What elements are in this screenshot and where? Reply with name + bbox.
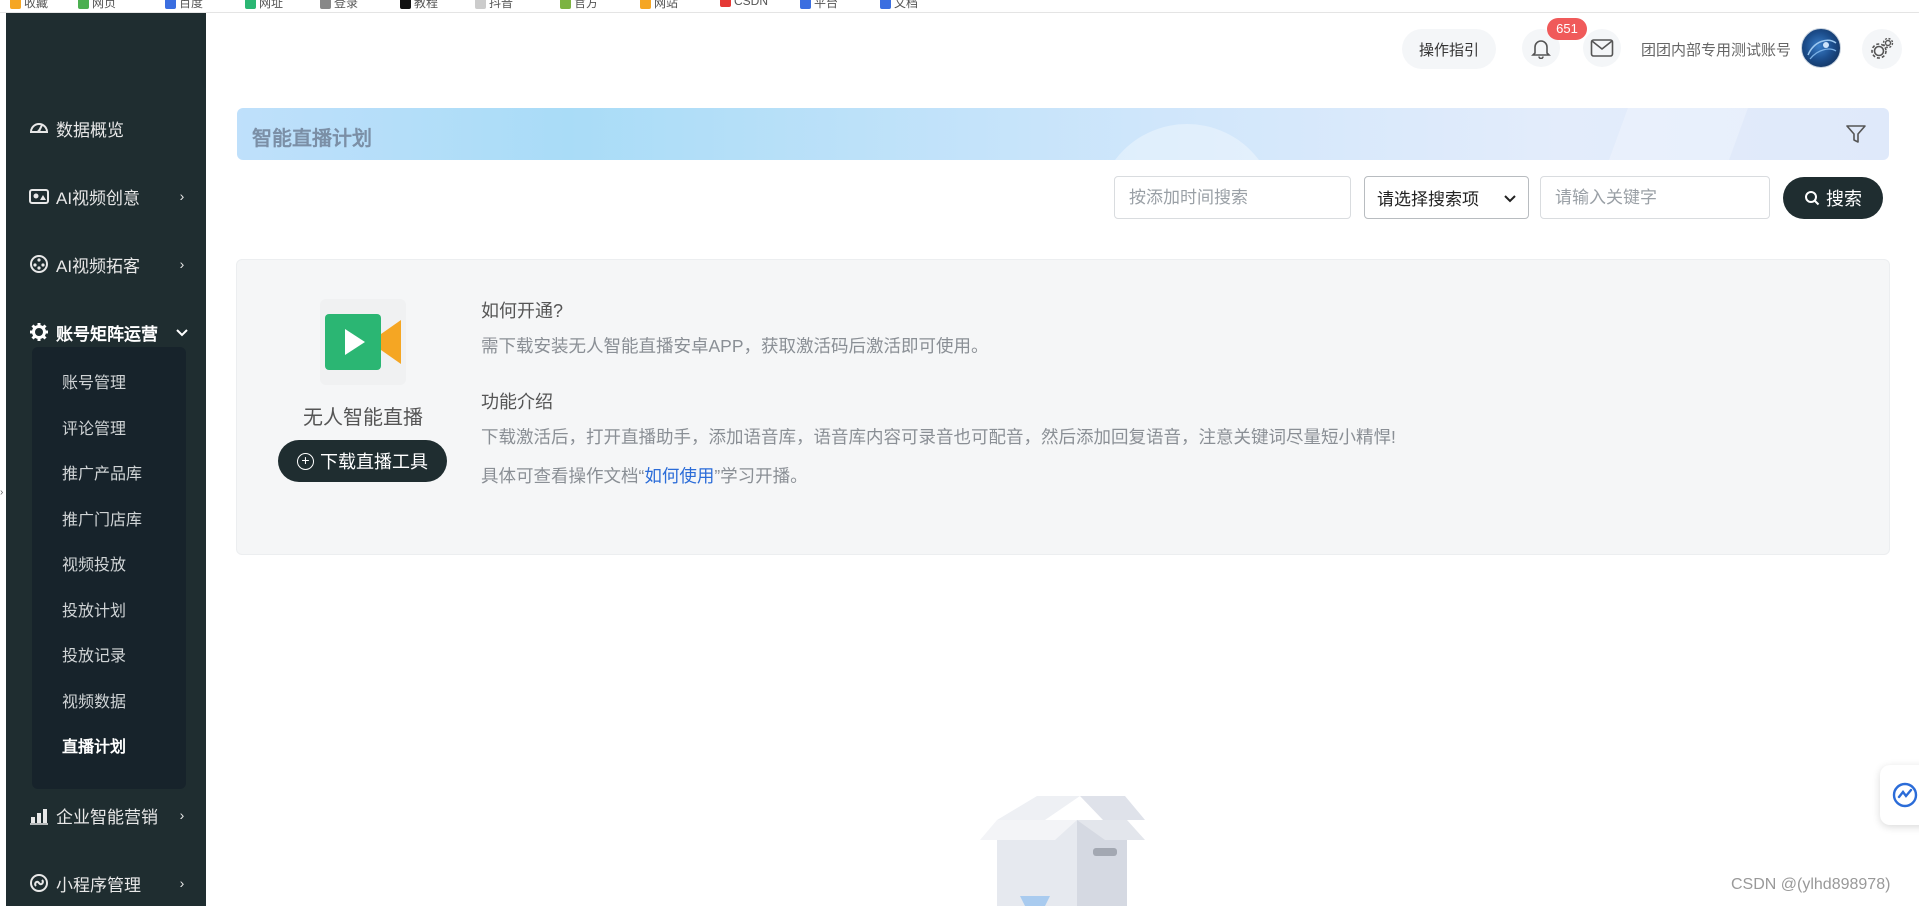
chevron-down-icon <box>174 324 190 340</box>
submenu-item-delivery-records[interactable]: 投放记录 <box>62 642 126 666</box>
bookmark-item[interactable]: 抖音 <box>475 0 513 10</box>
floating-assistant-button[interactable] <box>1880 765 1919 825</box>
mini-program-icon <box>28 872 50 894</box>
bookmark-item[interactable]: 官方 <box>560 0 598 10</box>
account-matrix-submenu: 账号管理 评论管理 推广产品库 推广门店库 视频投放 投放计划 投放记录 视频数… <box>32 347 186 789</box>
sidebar-item-label: AI视频拓客 <box>56 256 141 276</box>
how-to-activate-text: 需下载安装无人智能直播安卓APP，获取激活码后激活即可使用。 <box>481 336 989 356</box>
feature-intro-title: 功能介绍 <box>481 392 553 412</box>
live-tool-info-card: 无人智能直播 + 下载直播工具 如何开通? 需下载安装无人智能直播安卓APP，获… <box>236 259 1890 555</box>
submenu-item-video-delivery[interactable]: 视频投放 <box>62 551 126 575</box>
sidebar-item-account-matrix[interactable]: 账号矩阵运营 <box>6 314 206 350</box>
notification-badge: 651 <box>1547 18 1587 40</box>
assistant-icon <box>1892 782 1918 808</box>
submenu-item-product-library[interactable]: 推广产品库 <box>62 460 142 484</box>
sidebar-item-label: 账号矩阵运营 <box>56 324 158 344</box>
sidebar-item-label: 企业智能营销 <box>56 807 158 827</box>
submenu-item-comment-management[interactable]: 评论管理 <box>62 415 126 439</box>
submenu-item-video-data[interactable]: 视频数据 <box>62 688 126 712</box>
search-button-label: 搜索 <box>1826 189 1862 209</box>
bookmark-item[interactable]: 网址 <box>245 0 283 10</box>
bar-chart-icon <box>28 804 50 826</box>
video-creative-icon <box>28 185 50 207</box>
collapse-arrow-icon[interactable]: › <box>0 487 3 498</box>
submenu-item-delivery-plan[interactable]: 投放计划 <box>62 597 126 621</box>
bookmark-item[interactable]: 收藏 <box>10 0 48 10</box>
how-to-activate-title: 如何开通? <box>481 301 564 321</box>
how-to-use-link[interactable]: 如何使用 <box>644 466 714 486</box>
sidebar-item-mini-program[interactable]: 小程序管理 › <box>6 865 206 901</box>
bookmark-item[interactable]: 网页 <box>78 0 116 10</box>
date-search-input[interactable] <box>1114 176 1351 219</box>
operation-guide-button[interactable]: 操作指引 <box>1402 29 1496 69</box>
sidebar-item-dashboard[interactable]: 数据概览 <box>6 110 206 146</box>
sidebar-item-ai-video-acquisition[interactable]: AI视频拓客 › <box>6 246 206 282</box>
sidebar-item-label: 小程序管理 <box>56 875 141 895</box>
dashboard-icon <box>28 117 50 139</box>
bookmark-item[interactable]: 百度 <box>165 0 203 10</box>
filter-icon[interactable] <box>1844 122 1868 146</box>
download-button-label: 下载直播工具 <box>320 452 428 472</box>
chevron-right-icon: › <box>179 807 185 823</box>
chevron-right-icon: › <box>179 256 185 272</box>
sidebar-item-label: AI视频创意 <box>56 188 141 208</box>
search-button[interactable]: 搜索 <box>1783 177 1883 219</box>
search-field-select[interactable]: 请选择搜索项 <box>1364 176 1529 219</box>
bookmark-item[interactable]: 平台 <box>800 0 838 10</box>
submenu-item-live-plan[interactable]: 直播计划 <box>62 733 126 757</box>
sidebar-item-label: 数据概览 <box>56 120 124 140</box>
film-reel-icon <box>28 253 50 275</box>
sidebar-item-ai-video-creative[interactable]: AI视频创意 › <box>6 178 206 214</box>
chevron-right-icon: › <box>179 875 185 891</box>
select-value: 请选择搜索项 <box>1377 190 1479 209</box>
page-title: 智能直播计划 <box>252 128 372 150</box>
chevron-right-icon: › <box>179 188 185 204</box>
bookmark-item[interactable]: CSDN <box>720 0 768 8</box>
bookmark-item[interactable]: 网站 <box>640 0 678 10</box>
download-live-tool-button[interactable]: + 下载直播工具 <box>278 440 447 482</box>
submenu-item-store-library[interactable]: 推广门店库 <box>62 506 142 530</box>
sidebar: 数据概览 AI视频创意 › AI视频拓客 › 账号矩阵运营 账号管理 评论管理 … <box>6 13 206 906</box>
top-header: 操作指引 651 团团内部专用测试账号 <box>206 13 1919 83</box>
settings-gear-icon[interactable] <box>1862 29 1902 69</box>
empty-box-illustration <box>975 790 1150 906</box>
app-name: 无人智能直播 <box>303 407 423 429</box>
bookmark-bar: 收藏 网页 百度 网址 登录 教程 抖音 官方 网站 CSDN 平台 文档 <box>0 0 1919 13</box>
page-title-banner: 智能直播计划 <box>237 108 1889 160</box>
avatar[interactable] <box>1801 28 1841 68</box>
feature-intro-text: 下载激活后，打开直播助手，添加语音库，语音库内容可录音也可配音，然后添加回复语音… <box>481 427 1396 447</box>
csdn-watermark: CSDN @(ylhd898978) <box>1731 876 1891 893</box>
doc-hint: 具体可查看操作文档“如何使用”学习开播。 <box>481 466 808 486</box>
bookmark-item[interactable]: 教程 <box>400 0 438 10</box>
live-app-icon <box>320 299 406 385</box>
bookmark-item[interactable]: 文档 <box>880 0 918 10</box>
search-icon <box>1805 191 1820 206</box>
mail-icon[interactable] <box>1583 29 1621 67</box>
plus-circle-icon: + <box>297 452 314 470</box>
submenu-item-account-management[interactable]: 账号管理 <box>62 369 126 393</box>
account-name[interactable]: 团团内部专用测试账号 <box>1641 39 1791 60</box>
sidebar-item-enterprise-marketing[interactable]: 企业智能营销 › <box>6 797 206 833</box>
keyword-search-input[interactable] <box>1540 176 1770 219</box>
gear-icon <box>28 321 50 343</box>
bookmark-item[interactable]: 登录 <box>320 0 358 10</box>
chevron-down-icon <box>1504 190 1516 206</box>
